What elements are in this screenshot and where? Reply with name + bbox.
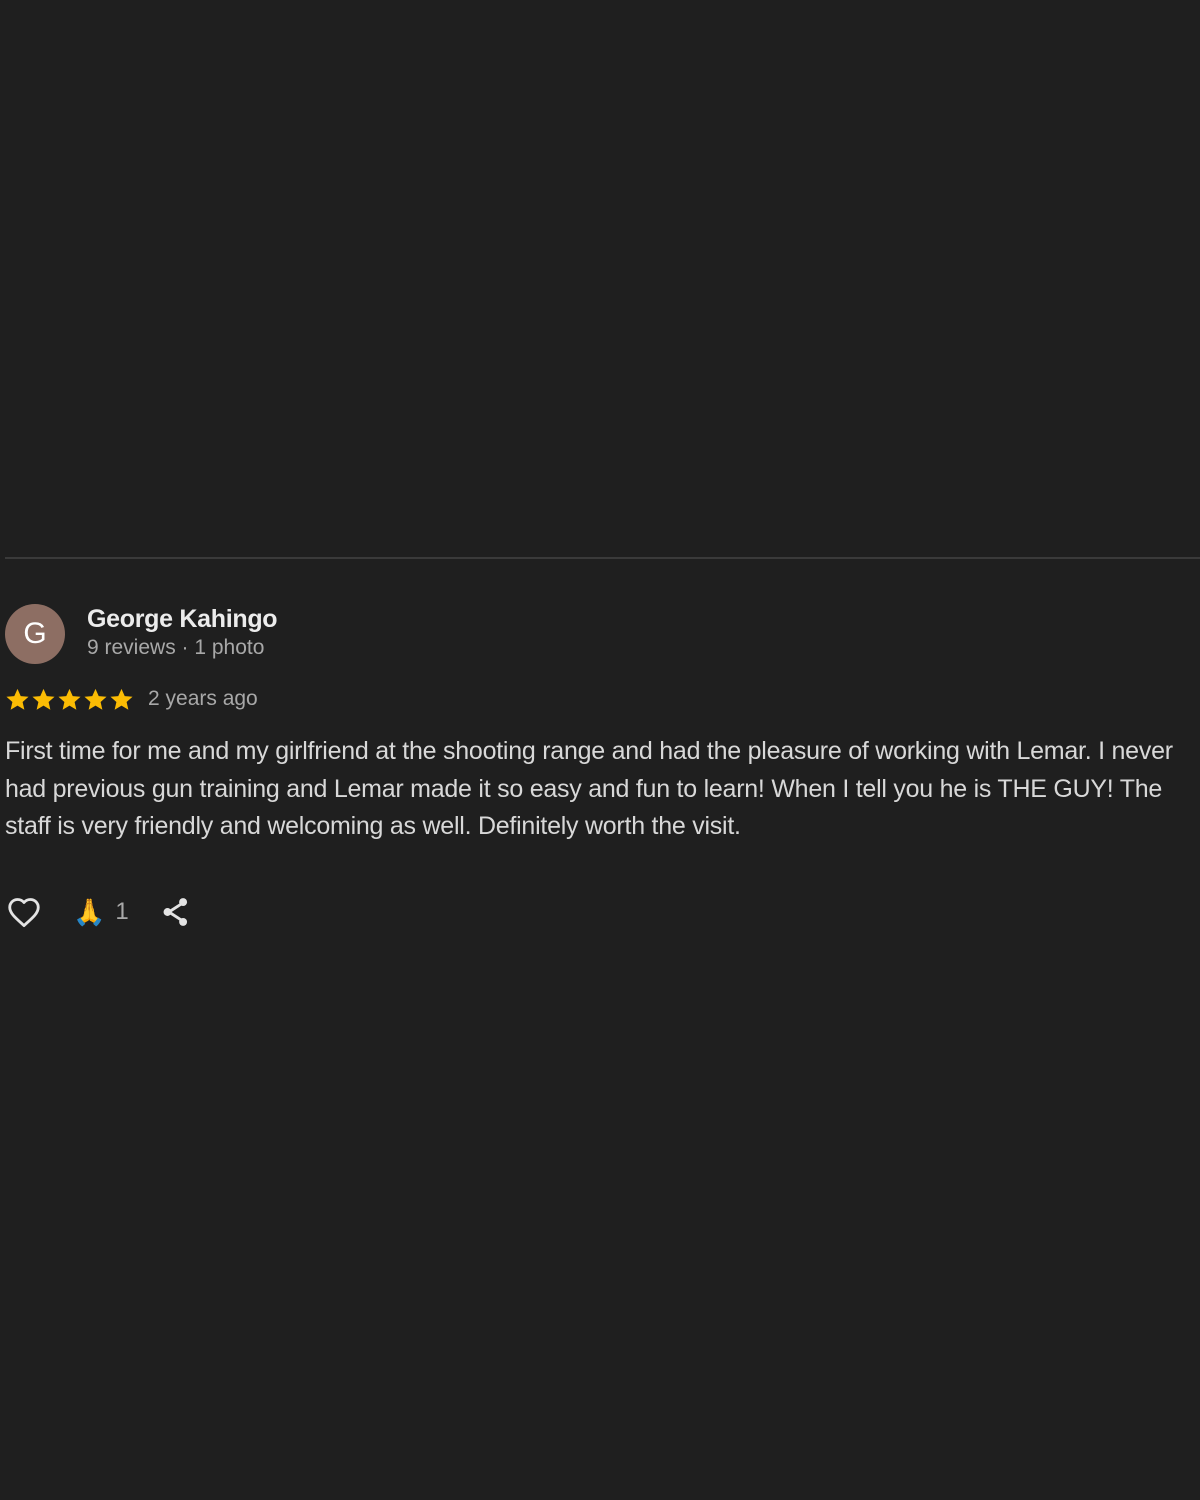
rating-row: 2 years ago xyxy=(5,683,1195,715)
share-button[interactable] xyxy=(159,895,193,929)
author-name[interactable]: George Kahingo xyxy=(87,604,278,634)
star-icon xyxy=(110,688,133,710)
review-text: First time for me and my girlfriend at t… xyxy=(5,737,1173,840)
share-icon xyxy=(163,897,187,926)
star-rating xyxy=(5,687,134,712)
section-divider xyxy=(5,557,1200,559)
review-header: G George Kahingo 9 reviews · 1 photo xyxy=(5,604,1195,664)
star-icon xyxy=(32,688,55,710)
star-icon xyxy=(6,688,29,710)
reaction-button[interactable]: 🙏 1 xyxy=(73,898,129,926)
praying-hands-icon: 🙏 xyxy=(73,896,106,927)
star-icon xyxy=(58,688,81,710)
author-info: George Kahingo 9 reviews · 1 photo xyxy=(87,604,278,662)
reaction-count: 1 xyxy=(115,897,129,925)
like-button[interactable] xyxy=(5,893,43,931)
author-meta: 9 reviews · 1 photo xyxy=(87,636,265,659)
star-icon xyxy=(84,688,107,710)
heart-outline-icon xyxy=(8,897,40,927)
review-card: G George Kahingo 9 reviews · 1 photo 2 y… xyxy=(5,604,1195,934)
review-actions: 🙏 1 xyxy=(5,890,1195,934)
avatar[interactable]: G xyxy=(5,604,65,664)
review-time: 2 years ago xyxy=(148,687,258,710)
